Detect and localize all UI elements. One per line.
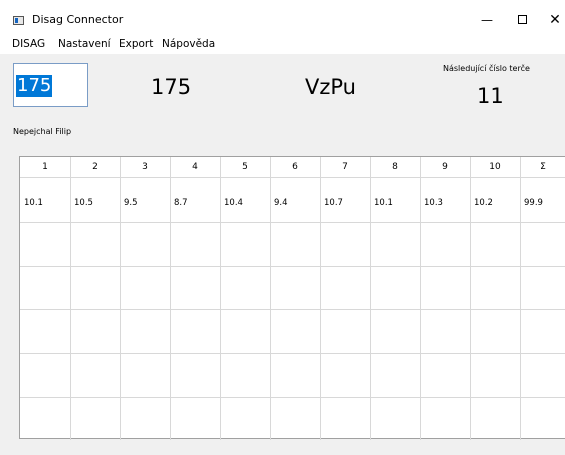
menu-napoveda[interactable]: Nápověda — [162, 38, 215, 50]
next-target-value: 11 — [477, 84, 504, 108]
menu-bar: DISAG Nastavení Export Nápověda — [0, 34, 565, 54]
column-header[interactable]: 3 — [120, 157, 170, 177]
column-header[interactable]: 6 — [270, 157, 320, 177]
row-divider — [20, 222, 565, 223]
shot-number-input[interactable]: 175 — [13, 63, 88, 107]
score-cell[interactable]: 10.5 — [74, 198, 93, 208]
next-target-label: Následující číslo terče — [443, 64, 530, 73]
score-cell[interactable]: 9.5 — [124, 198, 138, 208]
discipline-code: VzPu — [305, 75, 356, 99]
maximize-icon — [517, 15, 527, 24]
score-cell[interactable]: 9.4 — [274, 198, 288, 208]
row-divider — [20, 266, 565, 267]
column-header[interactable]: 7 — [320, 157, 370, 177]
title-bar: Disag Connector — ✕ — [0, 0, 565, 34]
score-cell[interactable]: 8.7 — [174, 198, 188, 208]
score-cell[interactable]: 10.1 — [24, 198, 43, 208]
shot-number-display: 175 — [151, 75, 192, 99]
score-cell[interactable]: 10.1 — [374, 198, 393, 208]
column-header[interactable]: Σ — [520, 157, 565, 177]
menu-nastaveni[interactable]: Nastavení — [58, 38, 111, 50]
column-header[interactable]: 9 — [420, 157, 470, 177]
column-header[interactable]: 8 — [370, 157, 420, 177]
row-divider — [20, 177, 565, 178]
menu-export[interactable]: Export — [119, 38, 153, 50]
app-icon — [13, 16, 24, 25]
score-cell[interactable]: 10.4 — [224, 198, 243, 208]
row-divider — [20, 353, 565, 354]
close-button[interactable]: ✕ — [535, 9, 565, 31]
score-cell[interactable]: 10.7 — [324, 198, 343, 208]
row-divider — [20, 397, 565, 398]
menu-disag[interactable]: DISAG — [12, 38, 45, 50]
score-cell[interactable]: 99.9 — [524, 198, 543, 208]
column-header[interactable]: 1 — [20, 157, 70, 177]
window-title: Disag Connector — [32, 13, 124, 26]
score-cell[interactable]: 10.2 — [474, 198, 493, 208]
minimize-button[interactable]: — — [467, 9, 507, 31]
player-name: Nepejchal Filip — [13, 127, 72, 136]
column-header[interactable]: 4 — [170, 157, 220, 177]
shot-number-selected-text: 175 — [16, 75, 53, 97]
score-table[interactable]: 1 2 3 4 5 6 7 8 9 10 Σ 10.1 10.5 9.5 8.7 10.4 9.4 10.7 10.… — [19, 156, 565, 440]
score-cell[interactable]: 10.3 — [424, 198, 443, 208]
row-divider — [20, 309, 565, 310]
column-header[interactable]: 10 — [470, 157, 520, 177]
column-header[interactable]: 2 — [70, 157, 120, 177]
column-header[interactable]: 5 — [220, 157, 270, 177]
